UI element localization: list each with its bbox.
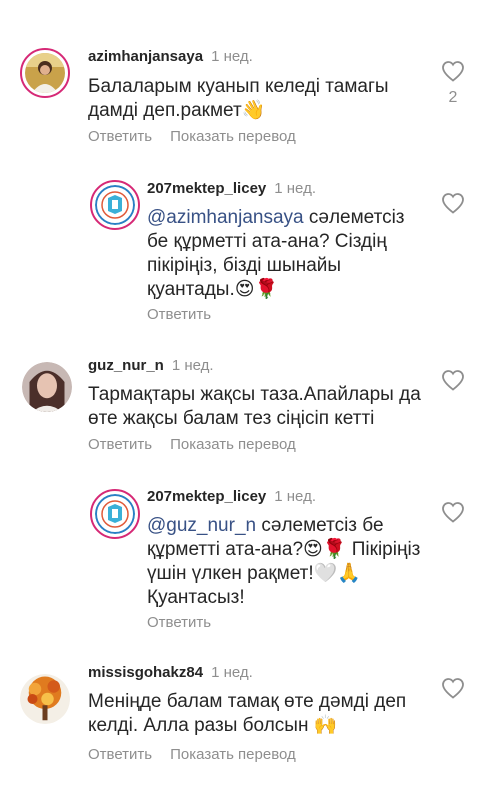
timestamp: 1 нед. bbox=[274, 488, 316, 505]
user-photo-avatar-icon bbox=[22, 362, 72, 412]
reply-button[interactable]: Ответить bbox=[88, 746, 152, 763]
user-photo-avatar-icon bbox=[25, 53, 65, 93]
heart-icon[interactable] bbox=[441, 369, 465, 391]
reply-button[interactable]: Ответить bbox=[88, 436, 152, 453]
username[interactable]: guz_nur_n bbox=[88, 357, 164, 374]
mention-link[interactable]: @guz_nur_n bbox=[147, 515, 256, 536]
comment-item: guz_nur_n 1 нед. Тармақтары жақсы таза.Ап… bbox=[0, 340, 490, 480]
heart-icon[interactable] bbox=[441, 60, 465, 82]
comment-meta: guz_nur_n 1 нед. bbox=[88, 357, 214, 374]
comment-text: @guz_nur_n сәлеметсіз бе құрметті ата-ан… bbox=[147, 514, 432, 610]
comment-actions: Ответить bbox=[147, 614, 229, 631]
avatar[interactable] bbox=[90, 489, 140, 539]
timestamp: 1 нед. bbox=[211, 48, 253, 65]
timestamp: 1 нед. bbox=[274, 180, 316, 197]
comment-actions: Ответить Показать перевод bbox=[88, 746, 314, 763]
school-logo-avatar-icon bbox=[95, 185, 135, 225]
comment-meta: azimhanjansaya 1 нед. bbox=[88, 48, 253, 65]
comment-text: Балаларым куанып келеді тамагы дамді деп… bbox=[88, 76, 389, 121]
school-logo-avatar-icon bbox=[95, 494, 135, 534]
timestamp: 1 нед. bbox=[171, 357, 214, 374]
comment-meta: 207mektep_licey 1 нед. bbox=[147, 180, 316, 197]
show-translation-button[interactable]: Показать перевод bbox=[170, 436, 296, 453]
heart-icon[interactable] bbox=[441, 192, 465, 214]
avatar[interactable] bbox=[20, 48, 70, 98]
username[interactable]: azimhanjansaya bbox=[88, 48, 203, 65]
username[interactable]: 207mektep_licey bbox=[147, 488, 266, 505]
avatar[interactable] bbox=[20, 674, 70, 724]
comment-reply-item: 207mektep_licey 1 нед. @guz_nur_n сәлемет… bbox=[0, 480, 490, 650]
username[interactable]: 207mektep_licey bbox=[147, 180, 266, 197]
reply-button[interactable]: Ответить bbox=[88, 128, 152, 145]
comment-reply-item: 207mektep_licey 1 нед. @azimhanjansaya сә… bbox=[0, 170, 490, 340]
avatar[interactable] bbox=[22, 362, 72, 412]
timestamp: 1 нед. bbox=[211, 664, 253, 681]
like-count: 2 bbox=[448, 89, 458, 106]
comment-text: @azimhanjansaya сәлеметсіз бе құрметті а… bbox=[147, 206, 422, 302]
reply-button[interactable]: Ответить bbox=[147, 306, 211, 323]
comment-actions: Ответить bbox=[147, 306, 229, 323]
avatar[interactable] bbox=[90, 180, 140, 230]
comment-meta: missisgohakz84 1 нед. bbox=[88, 664, 253, 681]
comment-meta: 207mektep_licey 1 нед. bbox=[147, 488, 316, 505]
comment-item: missisgohakz84 1 нед. Менiңде балам тамақ… bbox=[0, 650, 490, 800]
show-translation-button[interactable]: Показать перевод bbox=[170, 128, 296, 145]
comment-text: Менiңде балам тамақ өте дәмді деп келді.… bbox=[88, 691, 407, 736]
comment-item: azimhanjansaya 1 нед. Балаларым куанып ке… bbox=[0, 0, 490, 170]
autumn-tree-avatar-icon bbox=[20, 674, 70, 724]
show-translation-button[interactable]: Показать перевод bbox=[170, 746, 296, 763]
comment-actions: Ответить Показать перевод bbox=[88, 436, 314, 453]
username[interactable]: missisgohakz84 bbox=[88, 664, 203, 681]
comment-text: Тармақтары жақсы таза.Апайлары да өте жа… bbox=[88, 384, 421, 429]
heart-icon[interactable] bbox=[441, 677, 465, 699]
mention-link[interactable]: @azimhanjansaya bbox=[147, 207, 304, 228]
comment-actions: Ответить Показать перевод bbox=[88, 128, 314, 145]
reply-button[interactable]: Ответить bbox=[147, 614, 211, 631]
heart-icon[interactable] bbox=[441, 501, 465, 523]
